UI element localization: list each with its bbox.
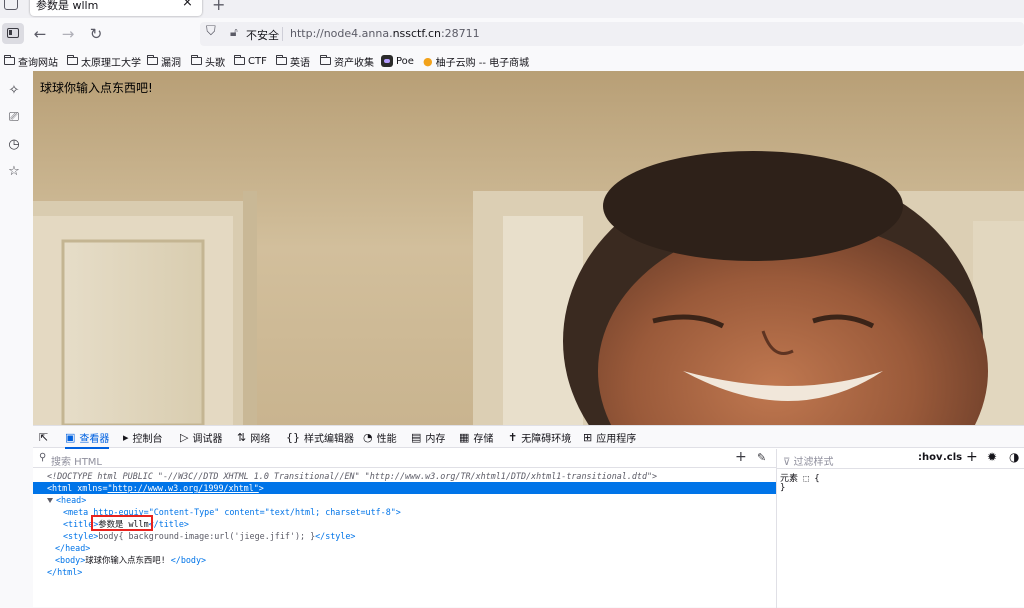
folder-icon xyxy=(320,55,331,65)
new-tab-icon[interactable]: + xyxy=(212,0,225,14)
filter-styles-input[interactable]: ⊽ 过滤样式 xyxy=(783,453,834,468)
security-label[interactable]: 不安全 xyxy=(246,27,279,43)
style-editor-icon: {} xyxy=(286,431,300,444)
folder-icon xyxy=(276,55,287,65)
sidebar-icon xyxy=(7,28,19,38)
url-separator xyxy=(282,27,283,41)
markup-line-html[interactable]: <html xmlns="http://www.w3.org/1999/xhtm… xyxy=(33,482,776,494)
bookmark-folder[interactable]: 英语 xyxy=(276,53,310,69)
markup-line-head-open[interactable]: <head> xyxy=(33,494,776,506)
folder-icon xyxy=(191,55,202,65)
page-body-text: 球球你输入点东西吧! xyxy=(40,81,153,95)
debugger-icon: ▷ xyxy=(180,431,189,444)
performance-icon: ◔ xyxy=(363,431,373,444)
bookmark-folder[interactable]: CTF xyxy=(234,53,267,69)
bookmark-folder[interactable]: 漏洞 xyxy=(147,53,181,69)
eyedropper-icon[interactable]: ✎ xyxy=(757,451,766,464)
bookmarks-bar: 查询网站 太原理工大学 漏洞 头歌 CTF 英语 资产收集 Poe ● 柚子云购 … xyxy=(0,50,1024,71)
application-icon: ⊞ xyxy=(583,431,593,444)
html-search-bar: ⚲ 搜索 HTML + ✎ xyxy=(33,449,776,468)
tab-strip: 参数是 wllm × + xyxy=(0,0,1024,18)
bookmark-folder[interactable]: 查询网站 xyxy=(4,53,58,69)
title-highlight-annotation xyxy=(91,515,153,531)
markup-line-doctype[interactable]: <!DOCTYPE html PUBLIC "-//W3C//DTD XHTML… xyxy=(33,470,776,482)
storage-icon: ▦ xyxy=(459,431,470,444)
markup-line-head-close[interactable]: </head> xyxy=(33,542,776,554)
folder-icon xyxy=(4,55,15,65)
class-toggle[interactable]: .cls xyxy=(943,452,962,463)
tracking-shield-icon[interactable]: ⛉ xyxy=(206,24,216,39)
element-picker-icon[interactable]: ⇱ xyxy=(39,429,48,446)
markup-line-body[interactable]: <body>球球你输入点东西吧! </body> xyxy=(33,554,776,566)
folder-icon xyxy=(67,55,78,65)
html-search-input[interactable]: 搜索 HTML xyxy=(51,453,102,468)
add-rule-icon[interactable]: + xyxy=(966,449,978,465)
tab-application[interactable]: ⊞ 应用程序 xyxy=(583,429,636,446)
devtools-panel: ⇱ ▣ 查看器 ▸ 控制台 ▷ 调试器 ⇅ 网络 {} 样式编辑器 ◔ 性能 ▤ 内存 ▦ 存储… xyxy=(33,425,1024,608)
tab-network[interactable]: ⇅ 网络 xyxy=(237,429,270,446)
bookmark-folder[interactable]: 头歌 xyxy=(191,53,225,69)
browser-sidebar: ✧ ⎚ ◷ ☆ xyxy=(0,71,33,607)
markup-view: <!DOCTYPE html PUBLIC "-//W3C//DTD XHTML… xyxy=(33,469,776,608)
sidebar-toggle-button[interactable] xyxy=(2,23,24,44)
tab-style-editor[interactable]: {} 样式编辑器 xyxy=(286,429,354,446)
navigation-bar: ← → ↻ ⛉ 🔓︎ 不安全 http://node4.anna.nssctf.… xyxy=(0,18,1024,49)
forward-icon[interactable]: → xyxy=(58,24,78,44)
tab-title: 参数是 wllm xyxy=(36,0,99,12)
bookmarks-star-icon[interactable]: ☆ xyxy=(5,162,23,180)
tab-inspector[interactable]: ▣ 查看器 xyxy=(65,429,110,449)
bookmark-folder[interactable]: 太原理工大学 xyxy=(67,53,141,69)
synced-tabs-icon[interactable]: ⎚ xyxy=(5,108,23,126)
element-rule[interactable]: 元素 ⬚ { xyxy=(780,471,820,484)
history-icon[interactable]: ◷ xyxy=(5,135,23,153)
url-text[interactable]: http://node4.anna.nssctf.cn:28711 xyxy=(290,27,480,40)
close-tab-icon[interactable]: × xyxy=(182,0,193,10)
tab-debugger[interactable]: ▷ 调试器 xyxy=(180,429,222,446)
url-bar[interactable]: ⛉ 🔓︎ 不安全 http://node4.anna.nssctf.cn:287… xyxy=(200,22,1024,46)
console-icon: ▸ xyxy=(123,431,129,444)
search-icon: ⚲ xyxy=(39,452,47,463)
background-image xyxy=(33,71,1024,425)
add-node-icon[interactable]: + xyxy=(735,449,747,465)
reload-icon[interactable]: ↻ xyxy=(86,24,106,44)
tab-console[interactable]: ▸ 控制台 xyxy=(123,429,163,446)
poe-icon xyxy=(381,55,393,67)
folder-icon xyxy=(234,55,245,65)
insecure-lock-icon[interactable]: 🔓︎ xyxy=(230,25,238,40)
back-icon[interactable]: ← xyxy=(30,24,50,44)
tab-accessibility[interactable]: ✝ 无障碍环境 xyxy=(508,429,571,446)
rules-view: ⊽ 过滤样式 :hov .cls + ✹ ◑ 元素 ⬚ { } xyxy=(777,449,1024,608)
network-icon: ⇅ xyxy=(237,431,247,444)
markup-line-style[interactable]: <style>body{ background-image:url('jiege… xyxy=(33,530,776,542)
rules-divider xyxy=(777,468,1024,469)
tab-performance[interactable]: ◔ 性能 xyxy=(363,429,397,446)
ai-chatbot-icon[interactable]: ✧ xyxy=(5,81,23,99)
devtools-toolbar: ⇱ ▣ 查看器 ▸ 控制台 ▷ 调试器 ⇅ 网络 {} 样式编辑器 ◔ 性能 ▤ 内存 ▦ 存储… xyxy=(33,426,1024,449)
tab-memory[interactable]: ▤ 内存 xyxy=(411,429,445,446)
bookmark-folder[interactable]: 资产收集 xyxy=(320,53,374,69)
tab-storage[interactable]: ▦ 存储 xyxy=(459,429,493,446)
memory-icon: ▤ xyxy=(411,431,422,444)
bookmark-poe[interactable]: Poe xyxy=(381,53,414,69)
accessibility-icon: ✝ xyxy=(508,431,518,444)
expand-twisty-icon[interactable] xyxy=(47,498,53,503)
markup-line-html-close[interactable]: </html> xyxy=(33,566,776,578)
folder-icon xyxy=(147,55,158,65)
hover-state-toggle[interactable]: :hov xyxy=(918,452,943,463)
inspector-icon: ▣ xyxy=(65,431,76,444)
dark-theme-icon[interactable]: ◑ xyxy=(1009,450,1019,464)
active-tab[interactable]: 参数是 wllm × xyxy=(30,0,202,16)
bookmark-citrus-shop[interactable]: ● 柚子云购 -- 电子商城 xyxy=(423,53,529,69)
element-rule-close: } xyxy=(780,483,786,493)
light-theme-icon[interactable]: ✹ xyxy=(987,450,997,464)
citrus-icon: ● xyxy=(423,54,433,68)
tab-list-icon[interactable] xyxy=(4,0,18,10)
page-viewport: 球球你输入点东西吧! xyxy=(33,71,1024,425)
